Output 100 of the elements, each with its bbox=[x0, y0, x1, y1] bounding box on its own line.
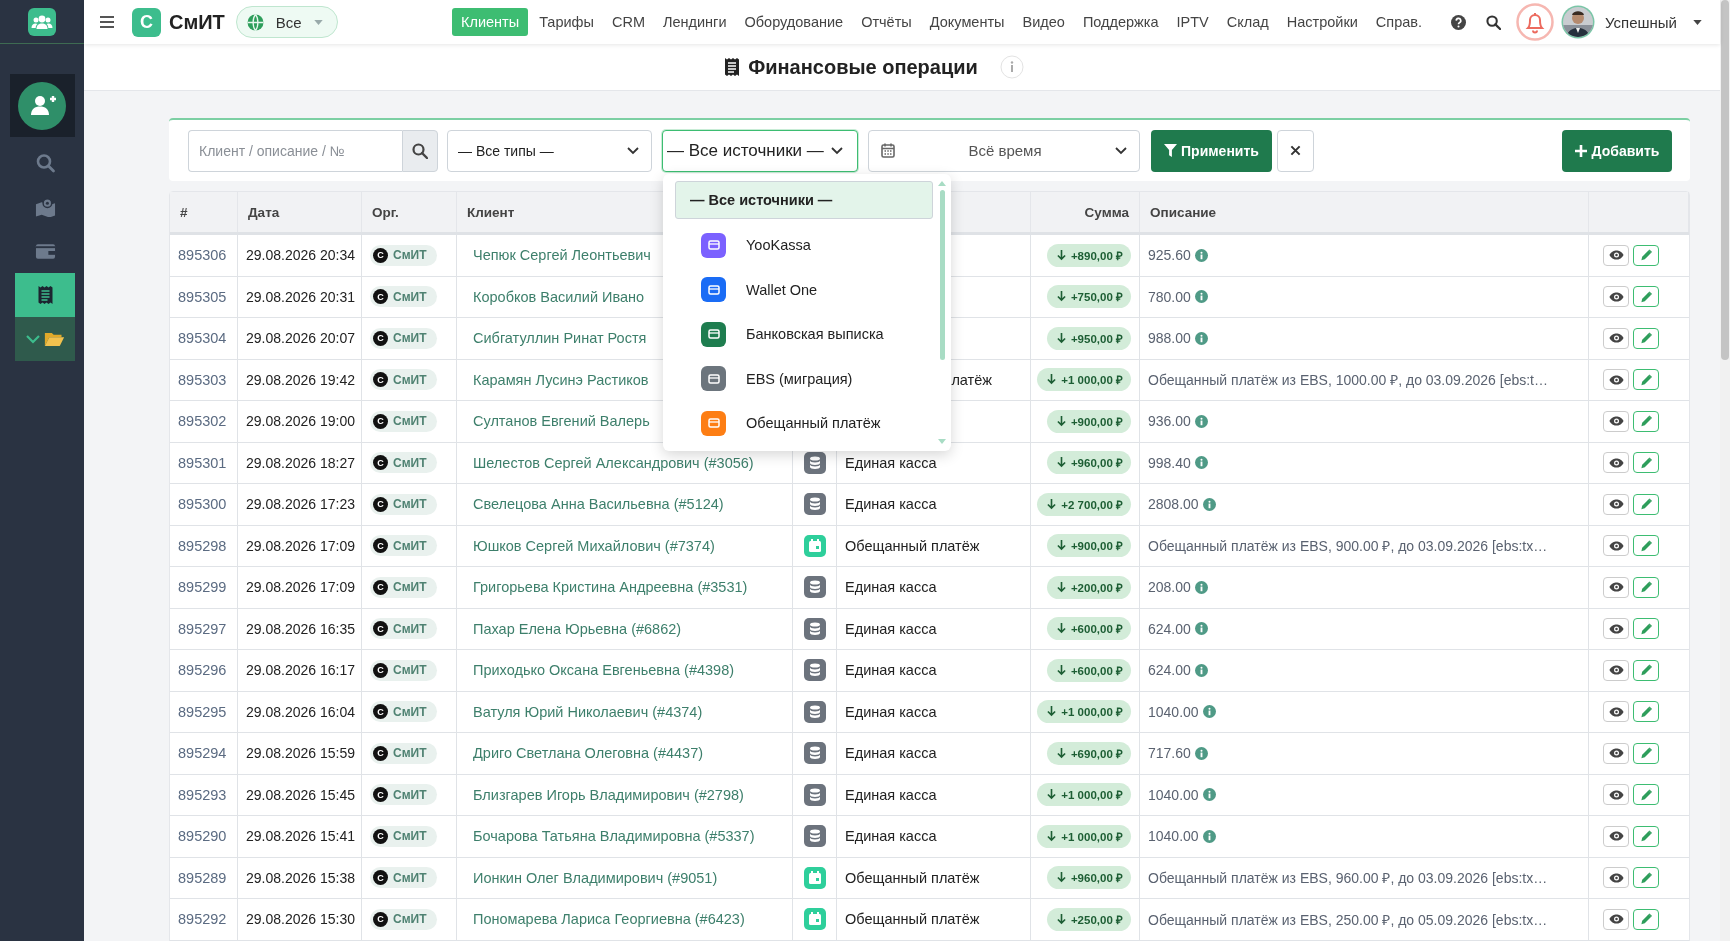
operation-id-link[interactable]: 895296 bbox=[178, 662, 227, 679]
client-link[interactable]: Чепюк Сергей Леонтьевич bbox=[465, 247, 651, 264]
operation-id-link[interactable]: 895300 bbox=[178, 496, 227, 513]
client-link[interactable]: Приходько Оксана Евгеньевна (#4398) bbox=[465, 662, 735, 679]
nav-link[interactable]: CRM bbox=[602, 8, 654, 36]
client-link[interactable]: Ватуля Юрий Николаевич (#4374) bbox=[465, 703, 703, 720]
nav-link[interactable]: Справ. bbox=[1366, 8, 1432, 36]
info-icon[interactable] bbox=[1194, 580, 1208, 594]
nav-link[interactable]: Настройки bbox=[1277, 8, 1367, 36]
nav-link[interactable]: Лендинги bbox=[653, 8, 736, 36]
client-link[interactable]: Коробков Василий Ивано bbox=[465, 288, 645, 305]
operation-id-link[interactable]: 895297 bbox=[178, 620, 227, 637]
client-link[interactable]: Шелестов Сергей Александрович (#3056) bbox=[465, 454, 754, 471]
scrollbar-thumb[interactable] bbox=[939, 190, 945, 360]
dropdown-option[interactable]: Банковская выписка bbox=[675, 312, 933, 357]
nav-link[interactable]: Видео bbox=[1013, 8, 1074, 36]
nav-link[interactable]: Склад bbox=[1217, 8, 1278, 36]
menu-icon[interactable] bbox=[100, 16, 114, 28]
nav-link[interactable]: Поддержка bbox=[1073, 8, 1168, 36]
info-icon[interactable] bbox=[1194, 290, 1208, 304]
view-button[interactable] bbox=[1603, 244, 1629, 266]
sidebar-menu-item[interactable] bbox=[15, 273, 75, 317]
info-icon[interactable] bbox=[1202, 829, 1216, 843]
info-icon[interactable] bbox=[1194, 622, 1208, 636]
view-button[interactable] bbox=[1603, 784, 1629, 806]
info-icon[interactable] bbox=[1202, 705, 1216, 719]
view-button[interactable] bbox=[1603, 535, 1629, 557]
dropdown-option[interactable]: Обещанный платёж bbox=[675, 401, 933, 446]
view-button[interactable] bbox=[1603, 369, 1629, 391]
view-button[interactable] bbox=[1603, 493, 1629, 515]
info-icon[interactable] bbox=[1194, 456, 1208, 470]
client-link[interactable]: Юшков Сергей Михайлович (#7374) bbox=[465, 537, 715, 554]
operation-id-link[interactable]: 895295 bbox=[178, 703, 227, 720]
info-icon[interactable] bbox=[1194, 414, 1208, 428]
info-icon[interactable] bbox=[1194, 331, 1208, 345]
nav-link[interactable]: IPTV bbox=[1167, 8, 1218, 36]
type-select[interactable]: — Все типы — bbox=[447, 129, 652, 172]
operation-id-link[interactable]: 895294 bbox=[178, 745, 227, 762]
add-client-button[interactable] bbox=[9, 74, 75, 137]
info-icon[interactable] bbox=[1194, 746, 1208, 760]
scrollbar-thumb[interactable] bbox=[1721, 0, 1729, 360]
operation-id-link[interactable]: 895290 bbox=[178, 828, 227, 845]
help-icon[interactable] bbox=[1451, 14, 1467, 30]
search-field[interactable]: Клиент / описание / № bbox=[188, 129, 402, 172]
operation-id-link[interactable]: 895306 bbox=[178, 247, 227, 264]
client-link[interactable]: Григорьева Кристина Андреевна (#3531) bbox=[465, 579, 748, 596]
operation-id-link[interactable]: 895301 bbox=[178, 454, 227, 471]
user-menu[interactable]: Успешный bbox=[1601, 13, 1720, 31]
view-button[interactable] bbox=[1603, 701, 1629, 723]
nav-link[interactable]: Документы bbox=[920, 8, 1014, 36]
sidebar-menu-item[interactable] bbox=[15, 317, 75, 361]
scope-selector[interactable]: Все bbox=[235, 6, 338, 38]
operation-id-link[interactable]: 895292 bbox=[178, 911, 227, 928]
view-button[interactable] bbox=[1603, 825, 1629, 847]
bell-icon[interactable] bbox=[1516, 3, 1555, 41]
nav-link[interactable]: Оборудование bbox=[735, 8, 853, 36]
apply-button[interactable]: Применить bbox=[1151, 129, 1272, 172]
operation-id-link[interactable]: 895305 bbox=[178, 288, 227, 305]
view-button[interactable] bbox=[1603, 286, 1629, 308]
client-link[interactable]: Султанов Евгений Валерь bbox=[465, 413, 650, 430]
view-button[interactable] bbox=[1603, 618, 1629, 640]
operation-id-link[interactable]: 895293 bbox=[178, 786, 227, 803]
dropdown-option[interactable]: Wallet One bbox=[675, 267, 933, 312]
client-link[interactable]: Свелецова Анна Васильевна (#5124) bbox=[465, 496, 724, 513]
client-link[interactable]: Пономарева Лариса Георгиевна (#6423) bbox=[465, 911, 745, 928]
info-icon[interactable] bbox=[1194, 663, 1208, 677]
dropdown-option[interactable]: — Все источники — bbox=[675, 181, 933, 219]
users-logo-icon[interactable] bbox=[28, 7, 56, 36]
operation-id-link[interactable]: 895289 bbox=[178, 869, 227, 886]
info-icon[interactable] bbox=[999, 55, 1024, 79]
add-button[interactable]: Добавить bbox=[1562, 129, 1672, 172]
operation-id-link[interactable]: 895303 bbox=[178, 371, 227, 388]
client-link[interactable]: Сибгатуллин Ринат Ростя bbox=[465, 330, 647, 347]
client-link[interactable]: Дриго Светлана Олеговна (#4437) bbox=[465, 745, 704, 762]
nav-link[interactable]: Тарифы bbox=[530, 8, 603, 36]
view-button[interactable] bbox=[1603, 908, 1629, 930]
info-icon[interactable] bbox=[1202, 497, 1216, 511]
search-button[interactable] bbox=[402, 129, 438, 172]
view-button[interactable] bbox=[1603, 576, 1629, 598]
nav-link[interactable]: Отчёты bbox=[852, 8, 921, 36]
view-button[interactable] bbox=[1603, 452, 1629, 474]
source-select[interactable]: — Все источники — bbox=[662, 129, 858, 172]
client-link[interactable]: Бочарова Татьяна Владимировна (#5337) bbox=[465, 828, 755, 845]
logo-text[interactable]: СмИТ bbox=[169, 10, 225, 34]
clear-button[interactable] bbox=[1277, 129, 1314, 172]
client-link[interactable]: Близгарев Игорь Владимирович (#2798) bbox=[465, 786, 744, 803]
view-button[interactable] bbox=[1603, 410, 1629, 432]
view-button[interactable] bbox=[1603, 327, 1629, 349]
view-button[interactable] bbox=[1603, 742, 1629, 764]
info-icon[interactable] bbox=[1194, 248, 1208, 262]
operation-id-link[interactable]: 895304 bbox=[178, 330, 227, 347]
client-link[interactable]: Пахар Елена Юрьевна (#6862) bbox=[465, 620, 682, 637]
view-button[interactable] bbox=[1603, 659, 1629, 681]
operation-id-link[interactable]: 895302 bbox=[178, 413, 227, 430]
period-select[interactable]: Всё время bbox=[868, 129, 1140, 172]
dropdown-option[interactable]: EBS (миграция) bbox=[675, 356, 933, 401]
info-icon[interactable] bbox=[1202, 788, 1216, 802]
search-icon[interactable] bbox=[1486, 14, 1502, 30]
operation-id-link[interactable]: 895299 bbox=[178, 579, 227, 596]
view-button[interactable] bbox=[1603, 867, 1629, 889]
